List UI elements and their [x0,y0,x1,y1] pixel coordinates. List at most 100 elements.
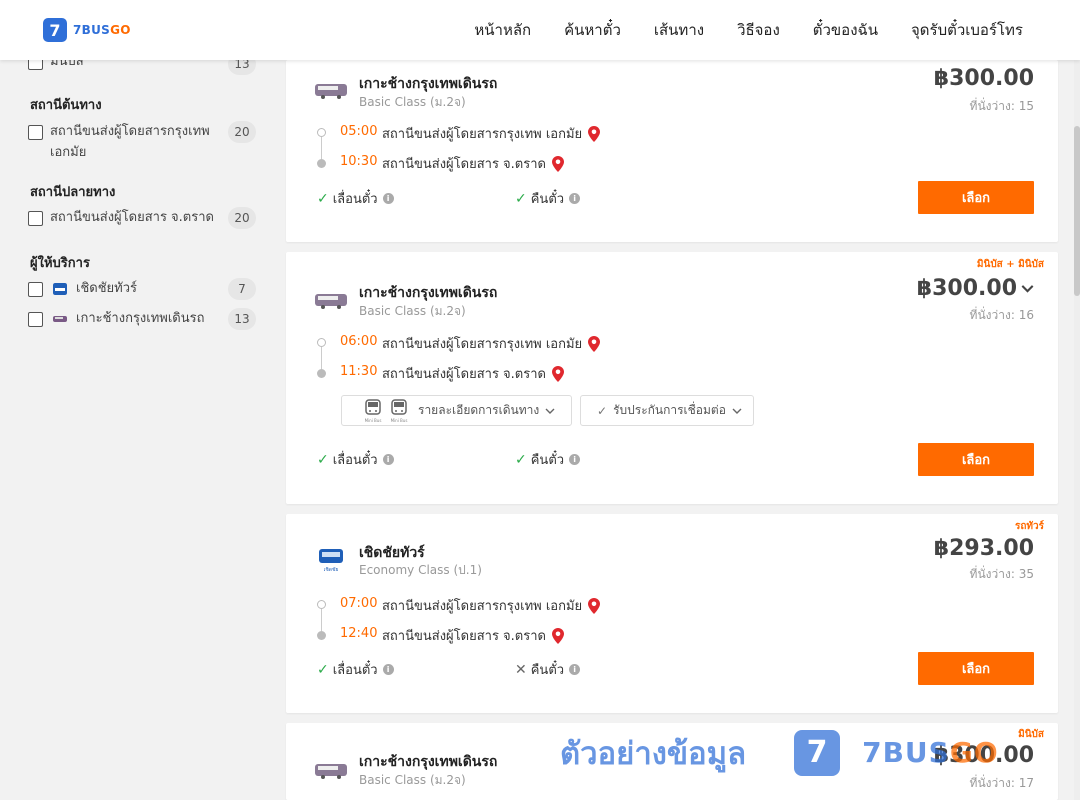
depart-station: สถานีขนส่งผู้โดยสารกรุงเทพ เอกมัย [382,333,601,354]
kohchang-logo-icon [53,316,67,322]
page-scrollbar[interactable] [1074,60,1080,800]
site-logo[interactable]: 7 7BUSGO [43,18,131,42]
transfer-guarantee-dropdown[interactable]: ✓ รับประกันการเชื่อมต่อ [580,395,754,426]
kohchang-bus-icon [315,764,347,779]
trip-type-tag: มินิบัส [1018,729,1044,740]
info-icon[interactable]: i [382,193,394,204]
filter-label: สถานีขนส่งผู้โดยสาร จ.ตราด [50,210,214,225]
checkbox-operator-cherdchai[interactable] [28,282,43,297]
map-pin-icon[interactable] [588,335,601,352]
timeline-end-dot [317,159,326,168]
timeline-end-dot [317,631,326,640]
route-details-dropdown[interactable]: Mini Bus Mini Bus รายละเอียดการเดินทาง [341,395,572,426]
svg-text:เชิดชัย: เชิดชัย [324,566,339,573]
info-icon[interactable]: i [382,454,394,465]
bus-class: Basic Class (ม.2จ) [359,304,466,318]
bus-class: Basic Class (ม.2จ) [359,95,466,109]
refund-feature: ✓ คืนตั๋ว i [515,188,581,209]
trip-card: มินิบัส เกาะช้างกรุงเทพเดินรถ Basic Clas… [286,723,1058,800]
timeline-end-dot [317,369,326,378]
nav-pickup-points[interactable]: จุดรับตั๋วเบอร์โทร [911,18,1023,42]
filter-label: สถานีขนส่งผู้โดยสารกรุงเทพ เอกมัย [50,124,210,160]
seats-count: 17 [1018,776,1034,790]
seats-prefix: ที่นั่งว่าง: [969,567,1019,581]
info-icon[interactable]: i [382,664,394,675]
info-icon[interactable]: i [569,193,581,204]
select-trip-button[interactable]: เลือก [918,652,1034,685]
timeline-line [321,137,322,159]
chevron-down-icon [732,408,742,414]
checkbox-operator-kohchang[interactable] [28,312,43,327]
nav-my-tickets[interactable]: ตั๋วของฉัน [813,18,878,42]
info-icon[interactable]: i [569,454,581,465]
operator-name: เกาะช้างกรุงเทพเดินรถ [359,285,498,301]
depart-time: 05:00 [340,124,378,139]
seats-count: 15 [1018,99,1034,113]
trip-price-value: ฿300.00 [916,276,1017,301]
check-icon: ✓ [515,451,527,468]
check-icon: ✓ [317,190,329,207]
filter-count: 20 [228,207,256,229]
logo-badge: 7 [43,18,67,42]
refund-feature: ✓ คืนตั๋ว i [515,449,581,470]
seats-prefix: ที่นั่งว่าง: [969,308,1019,322]
reschedule-feature: ✓ เลื่อนตั๋ว i [317,188,394,209]
logo-text-b: GO [110,23,131,37]
filter-row-origin[interactable]: สถานีขนส่งผู้โดยสารกรุงเทพ เอกมัย 20 [28,121,256,163]
operators-title: ผู้ให้บริการ [30,256,90,271]
minibus-icon: Mini Bus [365,398,381,423]
select-trip-button[interactable]: เลือก [918,443,1034,476]
refund-feature: ✕ คืนตั๋ว i [515,659,581,680]
filter-count: 20 [228,121,256,143]
destination-title: สถานีปลายทาง [30,185,116,200]
seats-prefix: ที่นั่งว่าง: [969,99,1019,113]
check-icon: ✓ [515,190,527,207]
station-name: สถานีขนส่งผู้โดยสารกรุงเทพ เอกมัย [382,337,583,352]
arrive-station: สถานีขนส่งผู้โดยสาร จ.ตราด [382,625,564,646]
seats-count: 35 [1018,567,1034,581]
filter-row-operator-cherdchai[interactable]: เชิดชัยทัวร์ 7 [28,278,256,300]
station-name: สถานีขนส่งผู้โดยสาร จ.ตราด [382,157,546,172]
map-pin-icon[interactable] [551,627,564,644]
select-trip-button[interactable]: เลือก [918,181,1034,214]
top-header: 7 7BUSGO หน้าหลัก ค้นหาตั๋ว เส้นทาง วิธี… [0,0,1080,60]
station-name: สถานีขนส่งผู้โดยสารกรุงเทพ เอกมัย [382,599,583,614]
map-pin-icon[interactable] [551,155,564,172]
scrollbar-thumb[interactable] [1074,126,1080,296]
station-name: สถานีขนส่งผู้โดยสารกรุงเทพ เอกมัย [382,127,583,142]
filter-row-operator-kohchang[interactable]: เกาะช้างกรุงเทพเดินรถ 13 [28,308,256,330]
timeline-start-dot [317,128,326,137]
nav-search-ticket[interactable]: ค้นหาตั๋ว [564,18,621,42]
trip-price: ฿300.00 [933,743,1034,768]
seats-available: ที่นั่งว่าง: 15 [970,97,1034,116]
check-icon: ✓ [317,451,329,468]
origin-title: สถานีต้นทาง [30,98,102,113]
trip-price: ฿300.00 [933,66,1034,91]
seats-prefix: ที่นั่งว่าง: [969,776,1019,790]
minibus-caption: Mini Bus [391,418,408,423]
timeline-line [321,347,322,369]
logo-text-a: 7BUS [73,23,111,37]
nav-home[interactable]: หน้าหลัก [474,18,531,42]
map-pin-icon[interactable] [588,597,601,614]
cherdchai-logo-icon: เชิดชัย [319,549,343,573]
seats-count: 16 [1018,308,1034,322]
trip-type-tag: มินิบัส + มินิบัส [976,259,1044,270]
map-pin-icon[interactable] [551,365,564,382]
arrive-time: 11:30 [340,364,378,379]
reschedule-label: เลื่อนตั๋ว [332,192,378,207]
depart-station: สถานีขนส่งผู้โดยสารกรุงเทพ เอกมัย [382,595,601,616]
refund-label: คืนตั๋ว [530,663,565,678]
checkbox-origin[interactable] [28,125,43,140]
filter-row-destination[interactable]: สถานีขนส่งผู้โดยสาร จ.ตราด 20 [28,207,256,229]
nav-how-to-book[interactable]: วิธีจอง [737,18,780,42]
station-name: สถานีขนส่งผู้โดยสาร จ.ตราด [382,629,546,644]
chevron-down-icon [1021,285,1034,293]
nav-routes[interactable]: เส้นทาง [654,18,704,42]
map-pin-icon[interactable] [588,125,601,142]
trip-price[interactable]: ฿300.00 [917,276,1034,301]
checkbox-destination[interactable] [28,211,43,226]
seats-available: ที่นั่งว่าง: 16 [970,306,1034,325]
arrive-station: สถานีขนส่งผู้โดยสาร จ.ตราด [382,153,564,174]
info-icon[interactable]: i [569,664,581,675]
